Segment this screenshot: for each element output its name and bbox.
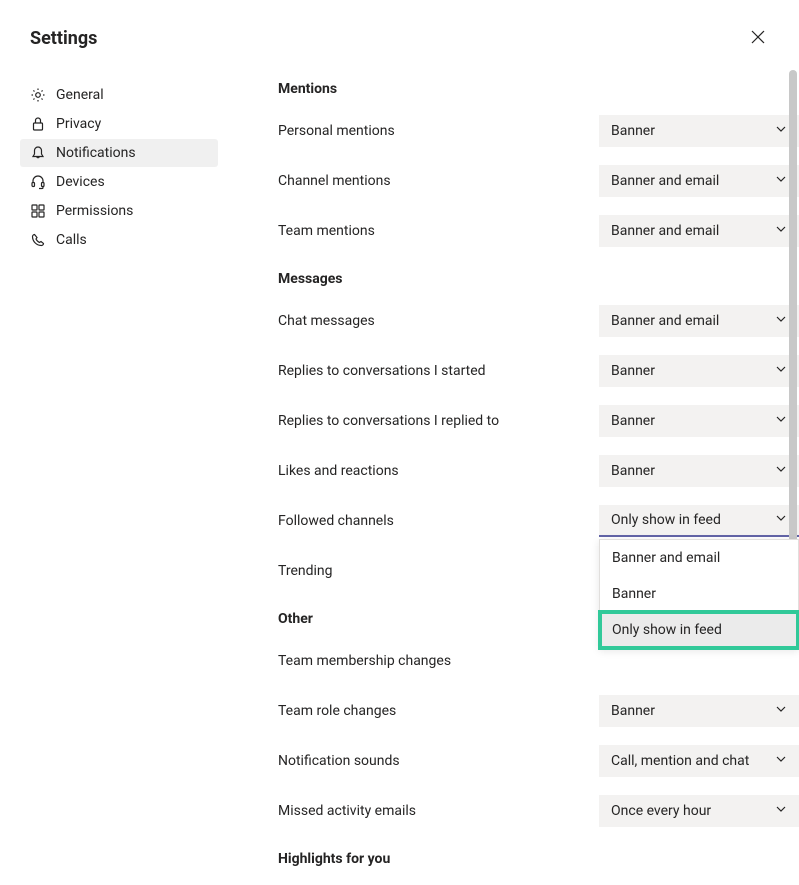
sidebar-item-general[interactable]: General (20, 81, 218, 109)
dropdown-value: Once every hour (611, 803, 711, 819)
dropdown-option-banner-email[interactable]: Banner and email (600, 540, 798, 576)
setting-row: Chat messages Banner and email (278, 305, 799, 337)
chevron-down-icon (775, 753, 787, 769)
dropdown-notification-sounds[interactable]: Call, mention and chat (599, 745, 799, 777)
dropdown-value: Banner (611, 463, 655, 479)
chevron-down-icon (775, 803, 787, 819)
dropdown-value: Banner and email (611, 223, 719, 239)
dropdown-value: Call, mention and chat (611, 753, 749, 769)
setting-label: Followed channels (278, 513, 394, 529)
setting-label: Chat messages (278, 313, 375, 329)
lock-icon (30, 116, 46, 132)
dropdown-value: Banner and email (611, 313, 719, 329)
dropdown-followed-channels[interactable]: Only show in feed (599, 505, 799, 537)
setting-row: Replies to conversations I started Banne… (278, 355, 799, 387)
setting-row: Personal mentions Banner (278, 115, 799, 147)
dropdown-option-only-feed[interactable]: Only show in feed (600, 612, 798, 648)
setting-row: Missed activity emails Once every hour (278, 795, 799, 827)
sidebar-item-calls[interactable]: Calls (20, 226, 218, 254)
sidebar-item-devices[interactable]: Devices (20, 168, 218, 196)
sidebar-item-label: Calls (56, 232, 87, 248)
chevron-down-icon (775, 413, 787, 429)
sidebar-item-label: Devices (56, 174, 105, 190)
sidebar-item-label: Notifications (56, 145, 136, 161)
sidebar-item-permissions[interactable]: Permissions (20, 197, 218, 225)
setting-label: Trending (278, 563, 333, 579)
sidebar-item-label: General (56, 87, 104, 103)
section-title-mentions: Mentions (278, 81, 799, 97)
dropdown-chat-messages[interactable]: Banner and email (599, 305, 799, 337)
dropdown-value: Banner and email (611, 173, 719, 189)
setting-label: Team mentions (278, 223, 375, 239)
setting-row: Team role changes Banner (278, 695, 799, 727)
section-title-highlights: Highlights for you (278, 851, 799, 867)
dropdown-channel-mentions[interactable]: Banner and email (599, 165, 799, 197)
dropdown-likes-reactions[interactable]: Banner (599, 455, 799, 487)
setting-label: Replies to conversations I started (278, 363, 486, 379)
chevron-down-icon (775, 173, 787, 189)
setting-label: Channel mentions (278, 173, 391, 189)
dropdown-value: Only show in feed (611, 512, 721, 528)
setting-row: Replies to conversations I replied to Ba… (278, 405, 799, 437)
setting-label: Team membership changes (278, 653, 451, 669)
setting-label: Personal mentions (278, 123, 395, 139)
setting-label: Likes and reactions (278, 463, 399, 479)
setting-label: Missed activity emails (278, 803, 416, 819)
section-title-messages: Messages (278, 271, 799, 287)
chevron-down-icon (775, 223, 787, 239)
sidebar-item-notifications[interactable]: Notifications (20, 139, 218, 167)
dropdown-menu: Banner and email Banner Only show in fee… (599, 539, 799, 649)
setting-row: Team membership changes (278, 645, 799, 677)
chevron-down-icon (775, 363, 787, 379)
dropdown-value: Banner (611, 413, 655, 429)
dropdown-personal-mentions[interactable]: Banner (599, 115, 799, 147)
scrollbar-thumb[interactable] (789, 70, 797, 610)
sidebar-item-label: Privacy (56, 116, 101, 132)
setting-row: Channel mentions Banner and email (278, 165, 799, 197)
settings-sidebar: General Privacy Notifications Devices Pe (20, 77, 218, 885)
setting-row: Likes and reactions Banner (278, 455, 799, 487)
sidebar-item-privacy[interactable]: Privacy (20, 110, 218, 138)
bell-icon (30, 145, 46, 161)
sidebar-item-label: Permissions (56, 203, 133, 219)
headset-icon (30, 174, 46, 190)
close-icon (751, 28, 765, 49)
setting-row: Notification sounds Call, mention and ch… (278, 745, 799, 777)
phone-icon (30, 232, 46, 248)
chevron-down-icon (775, 463, 787, 479)
app-icon (30, 203, 46, 219)
gear-icon (30, 87, 46, 103)
setting-row: Followed channels Only show in feed Bann… (278, 505, 799, 537)
dropdown-replies-started[interactable]: Banner (599, 355, 799, 387)
settings-header: Settings (0, 0, 799, 77)
settings-main: Mentions Personal mentions Banner Channe… (218, 77, 799, 885)
dropdown-value: Banner (611, 363, 655, 379)
dropdown-value: Banner (611, 123, 655, 139)
dropdown-option-banner[interactable]: Banner (600, 576, 798, 612)
dropdown-value: Banner (611, 703, 655, 719)
setting-label: Team role changes (278, 703, 396, 719)
dropdown-team-role-changes[interactable]: Banner (599, 695, 799, 727)
dropdown-team-mentions[interactable]: Banner and email (599, 215, 799, 247)
page-title: Settings (30, 28, 97, 49)
chevron-down-icon (775, 313, 787, 329)
setting-label: Replies to conversations I replied to (278, 413, 499, 429)
setting-row: Team mentions Banner and email (278, 215, 799, 247)
dropdown-replies-replied[interactable]: Banner (599, 405, 799, 437)
setting-label: Notification sounds (278, 753, 400, 769)
chevron-down-icon (775, 512, 787, 528)
chevron-down-icon (775, 703, 787, 719)
chevron-down-icon (775, 123, 787, 139)
close-button[interactable] (747, 24, 769, 53)
dropdown-missed-activity-emails[interactable]: Once every hour (599, 795, 799, 827)
